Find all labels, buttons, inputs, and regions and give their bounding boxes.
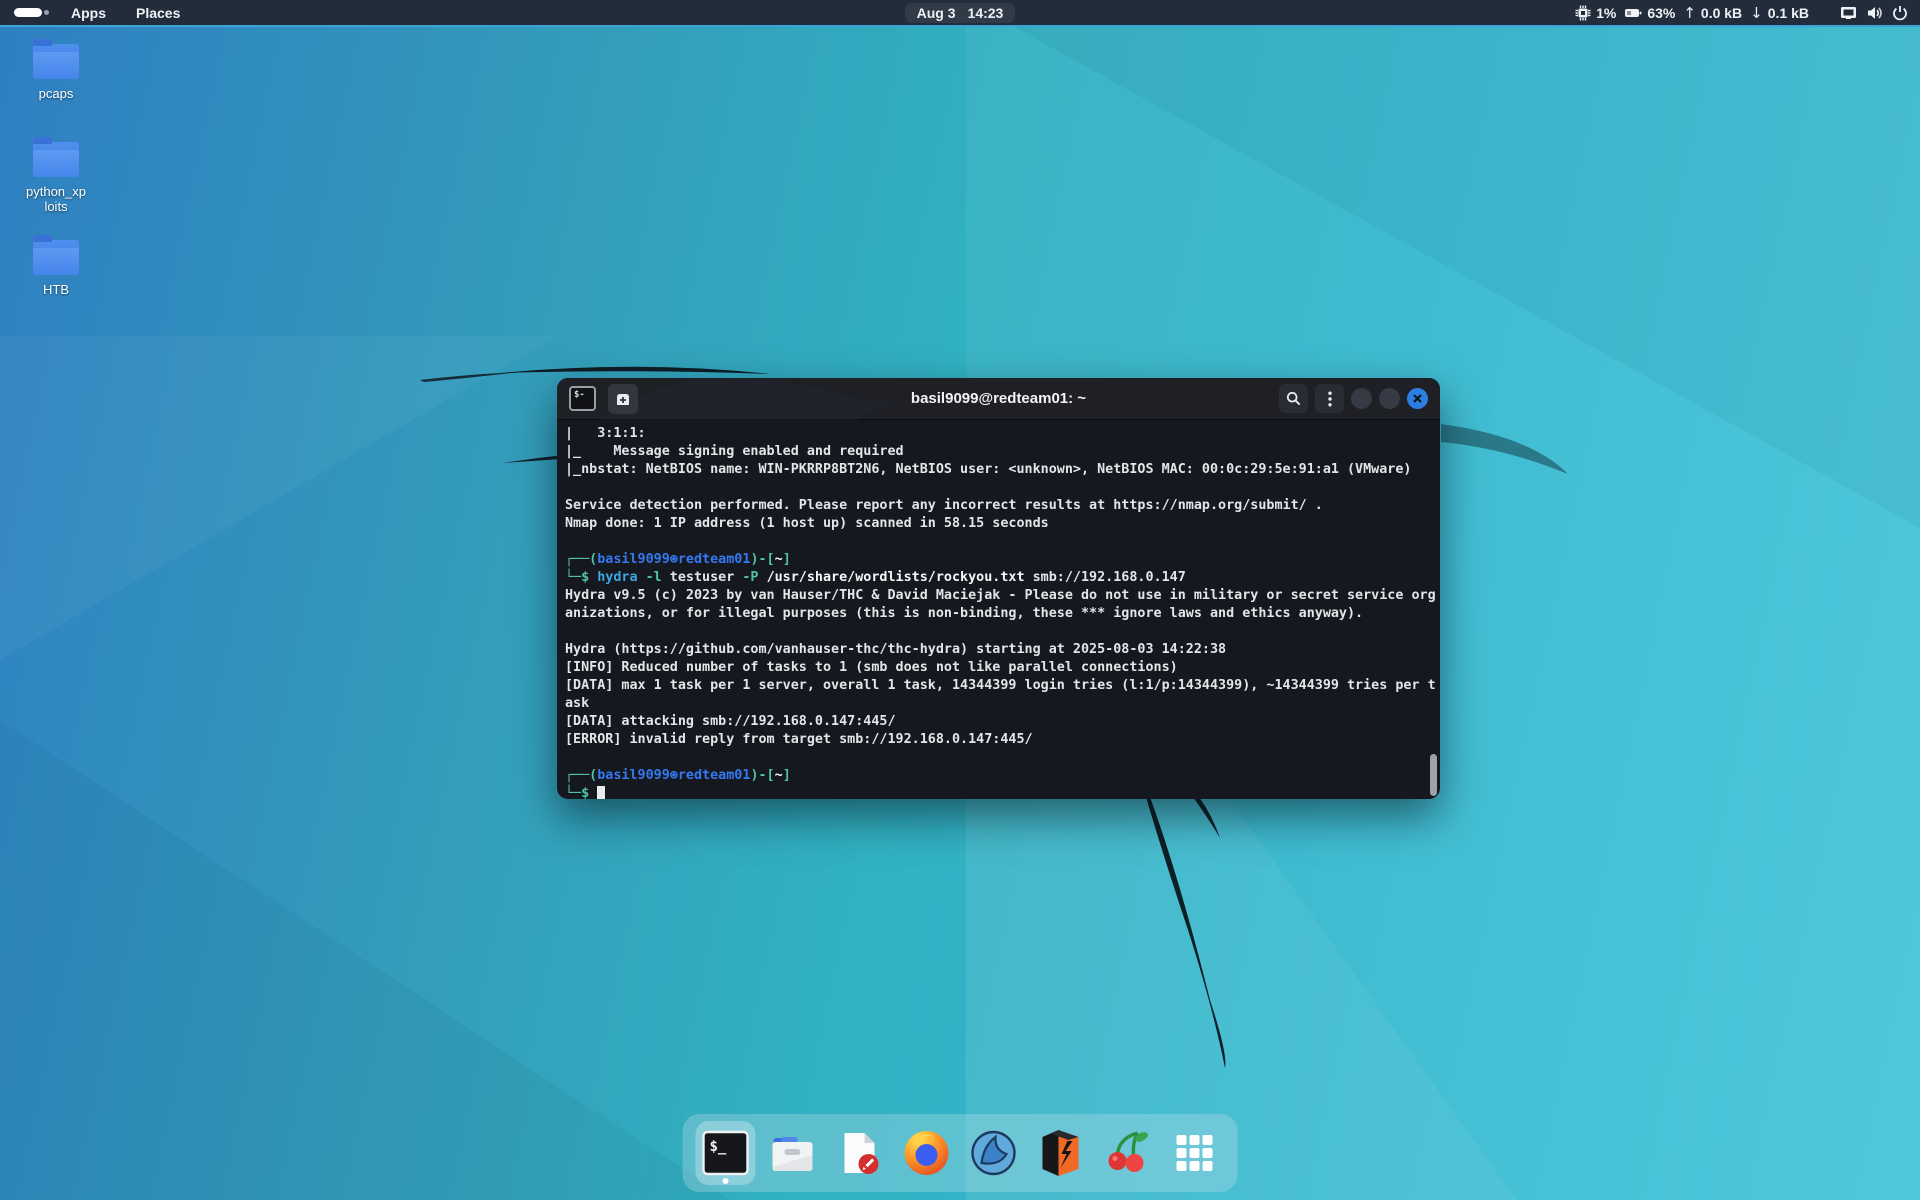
- file-manager-icon: [768, 1131, 818, 1175]
- maximize-button[interactable]: [1379, 388, 1400, 409]
- memory-icon: [1624, 6, 1642, 20]
- power-icon[interactable]: [1892, 5, 1908, 21]
- workspace-indicator[interactable]: [14, 8, 49, 17]
- places-menu[interactable]: Places: [128, 5, 188, 21]
- cpu-value: 1%: [1596, 5, 1616, 21]
- upload-icon: ↑: [1683, 4, 1696, 22]
- burpsuite-icon: [1037, 1128, 1085, 1178]
- desktop-folder-htb[interactable]: HTB: [8, 234, 104, 332]
- dock: $_: [683, 1114, 1238, 1192]
- network-icon[interactable]: [1839, 5, 1858, 20]
- search-button[interactable]: [1279, 384, 1308, 413]
- folder-icon: [33, 44, 79, 79]
- memory-value: 63%: [1647, 5, 1675, 21]
- menu-button[interactable]: [1315, 384, 1344, 413]
- desktop-folder-pcaps[interactable]: pcaps: [8, 38, 104, 136]
- net-up-value: 0.0 kB: [1701, 5, 1742, 21]
- dock-burpsuite[interactable]: [1031, 1120, 1091, 1186]
- app-grid-icon: [1173, 1131, 1217, 1175]
- dock-terminal[interactable]: $_: [696, 1120, 756, 1186]
- terminal-window: $- basil9099@redteam01: ~: [557, 378, 1440, 799]
- dock-file-manager[interactable]: [763, 1120, 823, 1186]
- download-icon: ↓: [1750, 4, 1763, 22]
- svg-text:$_: $_: [710, 1139, 727, 1155]
- running-indicator-dot: [723, 1178, 729, 1184]
- close-icon: [1413, 394, 1422, 403]
- folder-label: HTB: [43, 282, 69, 297]
- workspace-dot-icon: [44, 10, 49, 15]
- terminal-output: | 3:1:1:|_ Message signing enabled and r…: [565, 425, 1432, 799]
- top-bar: Apps Places Aug 3 14:23 1%: [0, 0, 1920, 27]
- net-down-indicator[interactable]: ↓ 0.1 kB: [1750, 4, 1809, 22]
- clock-time: 14:23: [968, 5, 1004, 21]
- net-up-indicator[interactable]: ↑ 0.0 kB: [1683, 4, 1742, 22]
- desktop-folder-python-xploits[interactable]: python_xploits: [8, 136, 104, 234]
- new-tab-button[interactable]: [608, 384, 638, 414]
- clock-date: Aug 3: [917, 5, 956, 21]
- folder-icon: [33, 142, 79, 177]
- new-tab-icon: [615, 391, 631, 407]
- terminal-dock-icon: $_: [702, 1130, 750, 1176]
- memory-indicator[interactable]: 63%: [1624, 5, 1675, 21]
- folder-label: python_xploits: [25, 184, 87, 214]
- dock-firefox[interactable]: [897, 1120, 957, 1186]
- cpu-icon: [1575, 5, 1591, 21]
- dock-cherrytree[interactable]: [1098, 1120, 1158, 1186]
- apps-menu[interactable]: Apps: [63, 5, 114, 21]
- dock-wireshark[interactable]: [964, 1120, 1024, 1186]
- terminal-scrollbar[interactable]: [1430, 754, 1437, 796]
- volume-icon[interactable]: [1866, 5, 1884, 21]
- wireshark-icon: [969, 1128, 1019, 1178]
- dock-text-editor[interactable]: [830, 1120, 890, 1186]
- terminal-titlebar[interactable]: $- basil9099@redteam01: ~: [557, 378, 1440, 420]
- firefox-icon: [902, 1128, 952, 1178]
- text-editor-icon: [838, 1129, 882, 1177]
- terminal-body[interactable]: | 3:1:1:|_ Message signing enabled and r…: [557, 420, 1440, 799]
- cpu-indicator[interactable]: 1%: [1575, 5, 1616, 21]
- folder-icon: [33, 240, 79, 275]
- clock[interactable]: Aug 3 14:23: [905, 3, 1016, 23]
- net-down-value: 0.1 kB: [1768, 5, 1809, 21]
- dock-show-apps[interactable]: [1165, 1120, 1225, 1186]
- workspace-pill-icon: [14, 8, 42, 17]
- cherrytree-icon: [1104, 1128, 1152, 1178]
- menu-kebab-icon: [1328, 391, 1332, 407]
- minimize-button[interactable]: [1351, 388, 1372, 409]
- terminal-tab-icon: $-: [569, 386, 596, 411]
- search-icon: [1286, 391, 1301, 406]
- close-button[interactable]: [1407, 388, 1428, 409]
- folder-label: pcaps: [39, 86, 74, 101]
- desktop-icon-grid: pcaps python_xploits HTB: [8, 38, 104, 332]
